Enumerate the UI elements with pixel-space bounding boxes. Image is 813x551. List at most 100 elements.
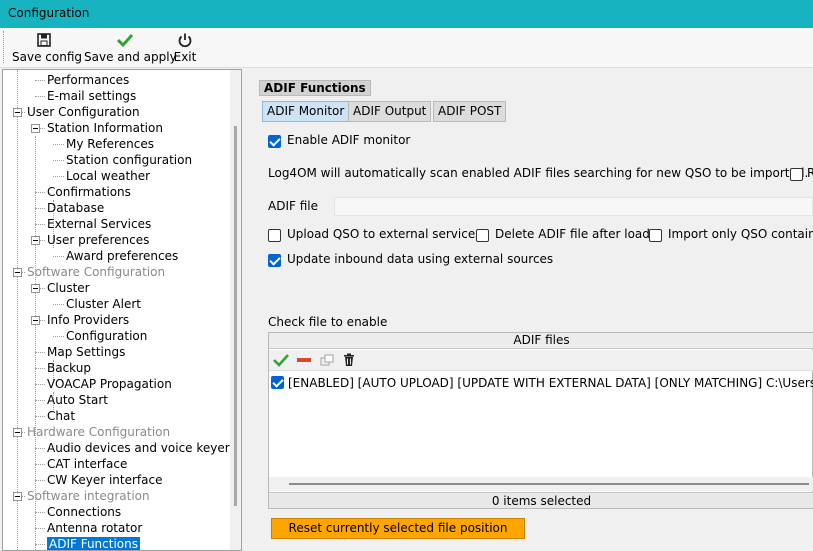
- tree-item[interactable]: Connections: [47, 504, 121, 520]
- tree-item-label: Database: [47, 201, 105, 215]
- tree-item[interactable]: Cluster: [47, 280, 90, 296]
- save-config-label: Save config: [12, 50, 82, 64]
- tree-item[interactable]: Auto Start: [47, 392, 108, 408]
- tree-connector: [35, 80, 45, 81]
- tree-item[interactable]: Map Settings: [47, 344, 125, 360]
- tree-item[interactable]: Chat: [47, 408, 75, 424]
- settings-tree[interactable]: Performances E-mail settings User Configur…: [2, 69, 242, 551]
- list-item[interactable]: [ENABLED] [AUTO UPLOAD] [UPDATE WITH EXT…: [271, 375, 813, 391]
- toolbar-grip[interactable]: [3, 31, 5, 63]
- tree-item[interactable]: ADIF Functions: [47, 536, 140, 550]
- copy-icon[interactable]: [319, 353, 335, 370]
- tree-connector: [35, 400, 45, 401]
- import-only-checkbox[interactable]: [649, 229, 662, 242]
- delete-adif-label: Delete ADIF file after load: [495, 227, 650, 241]
- tree-item-label: Local weather: [66, 169, 151, 183]
- exit-label: Exit: [173, 50, 197, 64]
- tree-item[interactable]: Antenna rotator: [47, 520, 142, 536]
- tree-collapse-icon[interactable]: [31, 236, 40, 245]
- green-check-icon: [84, 32, 166, 50]
- tree-item[interactable]: My References: [66, 136, 154, 152]
- tree-item-label: Award preferences: [66, 249, 179, 263]
- adif-functions-panel: ADIF Functions ADIF Monitor ADIF Output …: [244, 69, 813, 551]
- tree-connector: [53, 336, 64, 337]
- tree-item-label: Auto Start: [47, 393, 108, 407]
- tree-item-label: CAT interface: [47, 457, 128, 471]
- upload-qso-checkbox[interactable]: [268, 229, 281, 242]
- tree-item[interactable]: Performances: [47, 72, 129, 88]
- tree-item[interactable]: User Configuration: [27, 104, 140, 120]
- tree-item[interactable]: Audio devices and voice keyer: [47, 440, 230, 456]
- adif-file-input[interactable]: [334, 197, 813, 216]
- tree-item[interactable]: External Services: [47, 216, 151, 232]
- tab-adif-post[interactable]: ADIF POST: [433, 101, 507, 122]
- tree-item[interactable]: User preferences: [47, 232, 149, 248]
- update-inbound-label: Update inbound data using external sourc…: [287, 252, 554, 266]
- tree-connector: [35, 192, 45, 193]
- tree-item[interactable]: Award preferences: [66, 248, 178, 264]
- tree-item[interactable]: VOACAP Propagation: [47, 376, 172, 392]
- tree-item-label: My References: [66, 137, 154, 151]
- tree-item[interactable]: Hardware Configuration: [27, 424, 170, 440]
- tree-item-label: External Services: [47, 217, 152, 231]
- tree-item[interactable]: CW Keyer interface: [47, 472, 162, 488]
- trash-icon[interactable]: [342, 353, 356, 370]
- tree-item-label: Station Information: [47, 121, 163, 135]
- tree-item[interactable]: Info Providers: [47, 312, 129, 328]
- tree-item[interactable]: Local weather: [66, 168, 150, 184]
- section-title: ADIF Functions: [259, 80, 371, 96]
- tree-connector: [53, 304, 64, 305]
- tree-item[interactable]: Software integration: [27, 488, 150, 504]
- upload-qso-label: Upload QSO to external services: [287, 227, 482, 241]
- save-config-button[interactable]: Save config: [12, 30, 82, 64]
- tree-item-label: Station configuration: [66, 153, 193, 167]
- tree-item-label: Confirmations: [47, 185, 131, 199]
- tree-collapse-icon[interactable]: [31, 316, 40, 325]
- tree-collapse-icon[interactable]: [13, 428, 22, 437]
- enable-check-icon[interactable]: [273, 353, 289, 370]
- reset-file-position-button[interactable]: Reset currently selected file position: [271, 518, 525, 539]
- window-titlebar: Configuration: [0, 0, 813, 28]
- list-scroll-thumb[interactable]: [289, 483, 809, 485]
- tree-item[interactable]: Confirmations: [47, 184, 131, 200]
- save-and-apply-button[interactable]: Save and apply: [84, 30, 177, 64]
- tree-scroll-thumb[interactable]: [234, 126, 237, 506]
- tab-adif-output[interactable]: ADIF Output: [348, 101, 432, 122]
- tree-item[interactable]: Station configuration: [66, 152, 192, 168]
- tree-connector: [53, 144, 64, 145]
- remove-minus-icon[interactable]: [296, 353, 312, 370]
- tab-adif-monitor[interactable]: ADIF Monitor: [262, 101, 350, 122]
- tree-item[interactable]: Cluster Alert: [66, 296, 141, 312]
- tree-item[interactable]: Backup: [47, 360, 91, 376]
- tree-collapse-icon[interactable]: [13, 108, 22, 117]
- list-item-checkbox[interactable]: [271, 376, 284, 389]
- tree-collapse-icon[interactable]: [13, 492, 22, 501]
- tree-collapse-icon[interactable]: [13, 268, 22, 277]
- tree-connector: [35, 528, 45, 529]
- list-horizontal-scrollbar[interactable]: [269, 477, 813, 491]
- tree-connector: [53, 160, 64, 161]
- adif-files-list[interactable]: ADIF files [ENABLED] [AUTO UPLOAD] [UPDA…: [268, 332, 813, 509]
- monitor-description: Log4OM will automatically scan enabled A…: [268, 166, 809, 180]
- tree-item-label: User preferences: [47, 233, 150, 247]
- tree-item[interactable]: Database: [47, 200, 104, 216]
- power-icon: [172, 32, 198, 50]
- list-status: 0 items selected: [269, 492, 813, 508]
- tree-item-label: Chat: [47, 409, 76, 423]
- tree-item[interactable]: Station Information: [47, 120, 163, 136]
- window-title: Configuration: [8, 6, 90, 20]
- tree-item-label: Backup: [47, 361, 91, 375]
- exit-button[interactable]: Exit: [172, 30, 198, 64]
- tree-vertical-scrollbar[interactable]: [230, 70, 241, 550]
- tree-item[interactable]: CAT interface: [47, 456, 127, 472]
- r-option-checkbox[interactable]: [790, 168, 803, 181]
- delete-adif-checkbox[interactable]: [476, 229, 489, 242]
- tree-item[interactable]: E-mail settings: [47, 88, 136, 104]
- tree-collapse-icon[interactable]: [31, 284, 40, 293]
- tree-collapse-icon[interactable]: [31, 124, 40, 133]
- list-item-text: [ENABLED] [AUTO UPLOAD] [UPDATE WITH EXT…: [288, 376, 813, 390]
- update-inbound-checkbox[interactable]: [268, 254, 281, 267]
- tree-item[interactable]: Configuration: [66, 328, 147, 344]
- tree-item[interactable]: Software Configuration: [27, 264, 165, 280]
- enable-adif-monitor-checkbox[interactable]: [268, 135, 281, 148]
